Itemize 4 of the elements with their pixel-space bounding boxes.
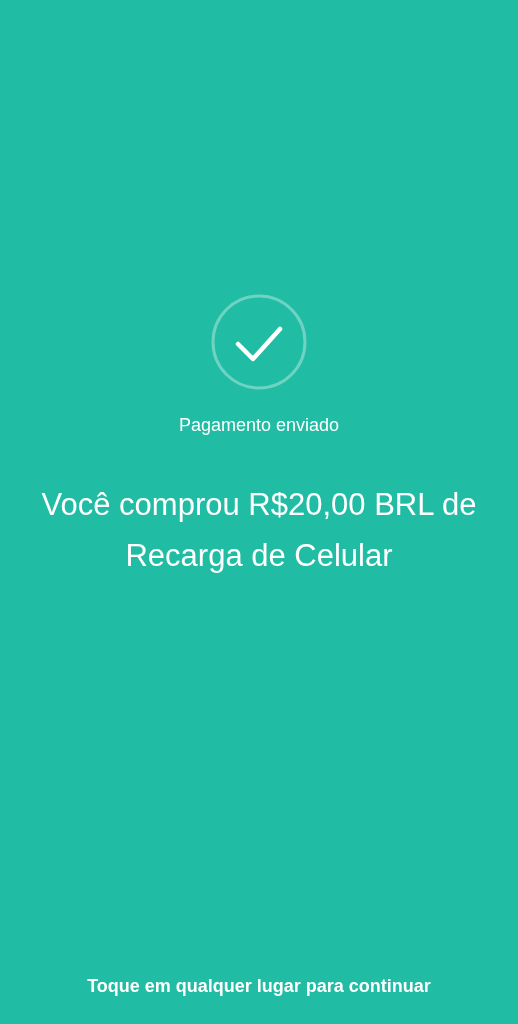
check-icon [211, 294, 307, 390]
headline: Você comprou R$20,00 BRL de Recarga de Celular [40, 486, 478, 575]
continue-hint[interactable]: Toque em qualquer lugar para continuar [87, 973, 431, 1000]
status-label: Pagamento enviado [178, 414, 340, 437]
